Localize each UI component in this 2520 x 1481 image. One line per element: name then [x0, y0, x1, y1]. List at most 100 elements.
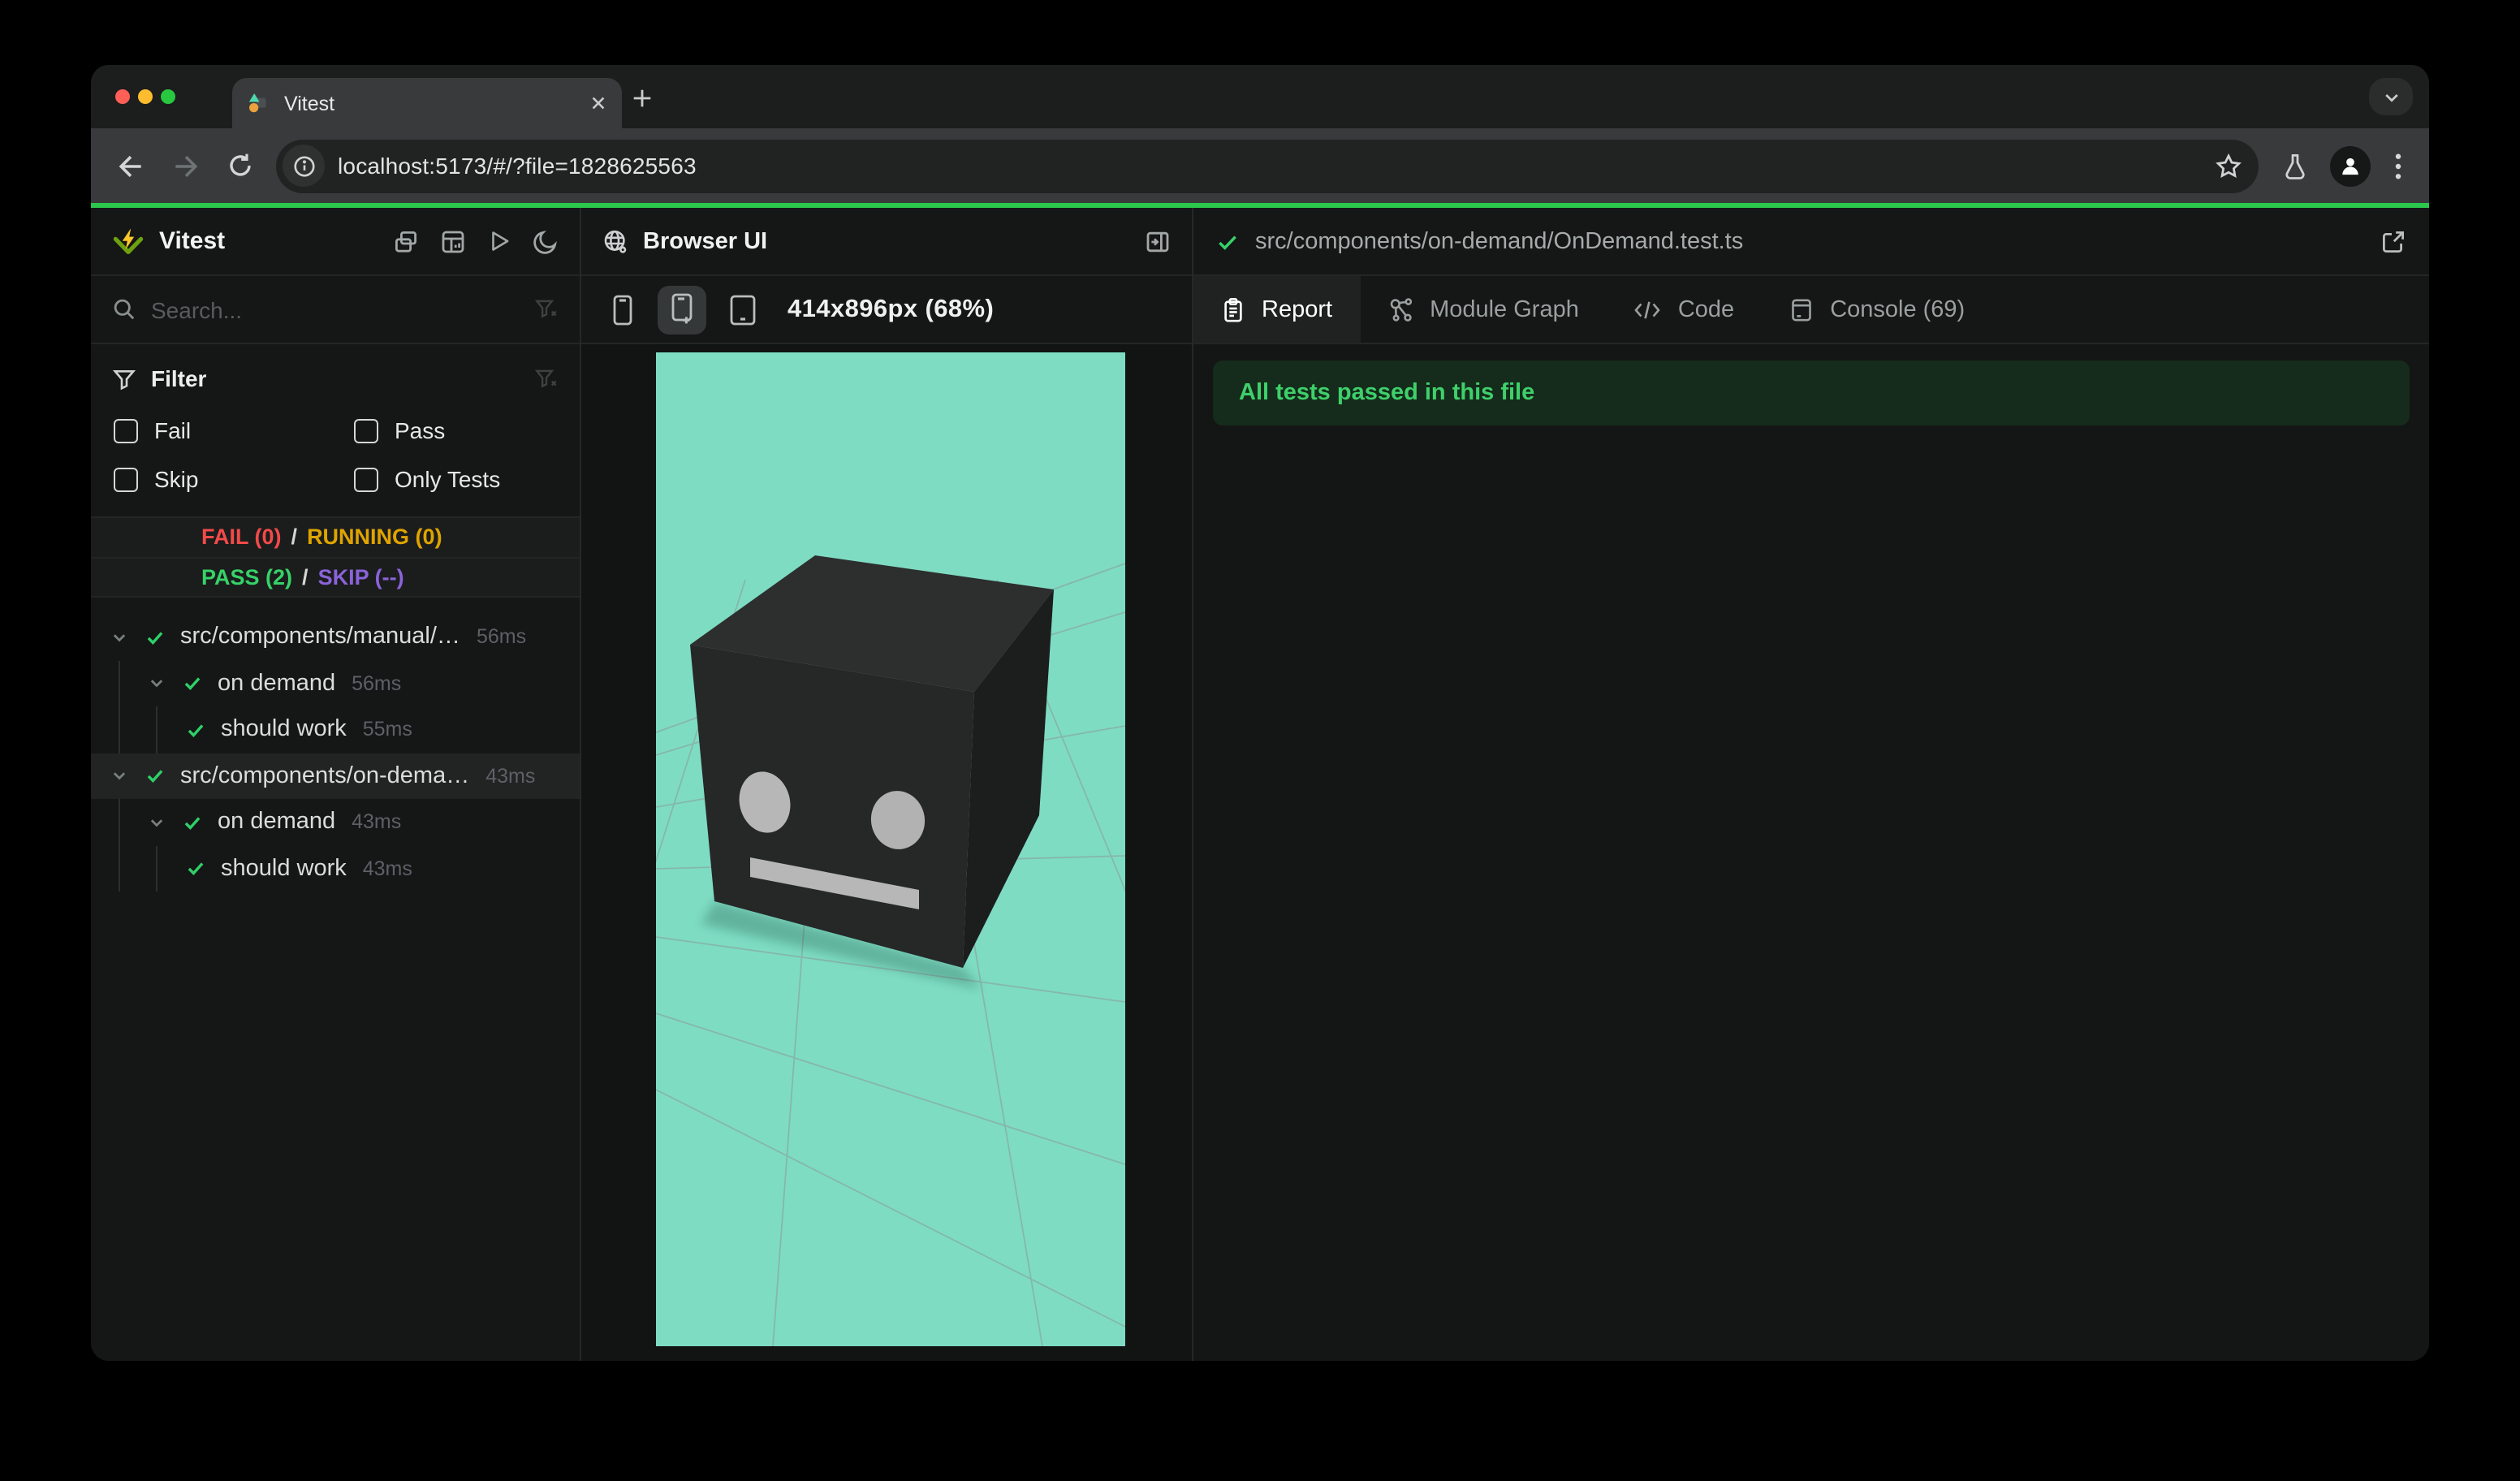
device-viewport[interactable] [656, 352, 1125, 1346]
stats-line-1: FAIL (0) / RUNNING (0) [91, 518, 580, 558]
tree-row-test[interactable]: should work 43ms [91, 845, 580, 892]
viewport-zone [581, 344, 1192, 1361]
tab-title: Vitest [284, 92, 335, 114]
search-row [91, 276, 580, 344]
back-button[interactable] [110, 146, 149, 185]
checkbox-box[interactable] [354, 418, 378, 443]
filter-checkbox-only-tests[interactable]: Only Tests [354, 466, 559, 492]
test-file-name[interactable]: src/components/on-dema… [180, 763, 469, 789]
test-duration: 56ms [476, 625, 527, 649]
dashboard-icon[interactable] [440, 228, 466, 254]
new-tab-button[interactable] [630, 86, 654, 110]
browser-window: Vitest localhost:5173/#/?file=1828625563… [91, 65, 2429, 1361]
panel-right-dock-icon[interactable] [1145, 228, 1171, 254]
tab-module-graph[interactable]: Module Graph [1360, 276, 1607, 343]
device-phone-plus-button[interactable] [658, 285, 706, 334]
tree-row-suite[interactable]: on demand 43ms [91, 799, 580, 845]
browser-toolbar: localhost:5173/#/?file=1828625563 [91, 128, 2429, 203]
search-filter-clear-icon[interactable] [534, 297, 559, 322]
graph-icon [1387, 296, 1413, 322]
device-tablet-button[interactable] [721, 285, 763, 334]
sidebar-header: Vitest [91, 208, 580, 276]
test-duration: 43ms [362, 857, 412, 880]
browser-ui-header: Browser UI [581, 208, 1192, 276]
test-duration: 56ms [352, 671, 402, 695]
test-name[interactable]: should work [221, 717, 347, 743]
all-tests-passed-banner: All tests passed in this file [1213, 361, 2410, 425]
suite-name[interactable]: on demand [218, 671, 335, 697]
reload-button[interactable] [221, 146, 260, 185]
file-pass-check-icon [1216, 230, 1239, 253]
checkbox-box[interactable] [354, 467, 378, 491]
filter-clear-icon[interactable] [534, 366, 559, 391]
tab-label: Code [1677, 296, 1735, 322]
checkbox-label: Only Tests [395, 466, 501, 492]
tree-row-file[interactable]: src/components/manual/… 56ms [91, 614, 580, 660]
tab-code[interactable]: Code [1607, 276, 1762, 343]
screen: Vitest localhost:5173/#/?file=1828625563… [0, 0, 2520, 1481]
chevron-down-icon[interactable] [148, 814, 166, 831]
pass-check-icon [185, 719, 206, 740]
stats-separator: / [291, 525, 298, 550]
test-duration: 55ms [362, 718, 412, 741]
zoom-window-button[interactable] [161, 89, 175, 104]
search-input[interactable] [151, 296, 520, 322]
skip-count: SKIP (--) [317, 564, 404, 589]
external-link-icon[interactable] [2380, 228, 2406, 254]
vitest-logo-icon [112, 225, 145, 257]
search-icon [112, 297, 136, 322]
pass-check-icon [145, 627, 166, 648]
fail-count: FAIL (0) [201, 525, 282, 550]
chevron-down-icon[interactable] [148, 675, 166, 693]
forward-button[interactable] [166, 146, 205, 185]
minimize-window-button[interactable] [138, 89, 153, 104]
pass-check-icon [185, 858, 206, 879]
tree-row-file-selected[interactable]: src/components/on-dema… 43ms [91, 753, 580, 799]
tab-search-button[interactable] [2369, 78, 2413, 115]
vitest-app: Vitest Search... Filter Fail Pass Skip O… [91, 208, 2429, 1361]
checkbox-label: Pass [395, 417, 446, 443]
checkbox-label: Skip [154, 466, 199, 492]
profile-avatar[interactable] [2330, 145, 2371, 186]
pass-count: PASS (2) [201, 564, 293, 589]
test-duration: 43ms [352, 810, 402, 834]
filter-checkbox-pass[interactable]: Pass [354, 417, 559, 443]
tree-row-test[interactable]: should work 55ms [91, 706, 580, 753]
test-file-name[interactable]: src/components/manual/… [180, 624, 460, 650]
browser-ui-title: Browser UI [643, 228, 768, 254]
menu-dots-icon[interactable] [2387, 146, 2410, 185]
site-info-icon[interactable] [283, 145, 325, 187]
windows-overlap-icon[interactable] [393, 228, 419, 254]
chevron-down-icon[interactable] [110, 767, 128, 785]
chevron-down-icon[interactable] [110, 628, 128, 646]
bookmark-star-icon[interactable] [2215, 152, 2242, 179]
tree-row-suite[interactable]: on demand 56ms [91, 660, 580, 706]
stats-line-2: PASS (2) / SKIP (--) [91, 558, 580, 598]
device-phone-small-button[interactable] [601, 285, 643, 334]
pass-check-icon [182, 673, 203, 694]
browser-tab[interactable]: Vitest [232, 78, 622, 128]
checkbox-box[interactable] [114, 467, 138, 491]
browser-ui-panel: Browser UI 414x896px (68%) [581, 208, 1193, 1361]
report-tabs: Report Module Graph Code Console (69) [1193, 276, 2429, 344]
test-name[interactable]: should work [221, 856, 347, 882]
robot-cube-scene [656, 352, 1125, 1346]
checkbox-box[interactable] [114, 418, 138, 443]
theme-moon-icon[interactable] [533, 228, 559, 254]
close-window-button[interactable] [115, 89, 130, 104]
filter-section: Filter Fail Pass Skip Only Tests [91, 344, 580, 518]
tab-label: Console (69) [1830, 296, 1966, 322]
run-all-play-icon[interactable] [487, 229, 511, 253]
tab-console[interactable]: Console (69) [1762, 276, 1992, 343]
globe-icon [602, 228, 628, 254]
tab-close-icon[interactable] [589, 94, 607, 112]
experiments-flask-icon[interactable] [2275, 146, 2314, 185]
url-text[interactable]: localhost:5173/#/?file=1828625563 [338, 153, 2202, 179]
address-bar[interactable]: localhost:5173/#/?file=1828625563 [276, 139, 2259, 192]
window-controls[interactable] [115, 89, 175, 104]
filter-checkbox-skip[interactable]: Skip [114, 466, 354, 492]
tab-report[interactable]: Report [1193, 276, 1361, 343]
filter-checkbox-fail[interactable]: Fail [114, 417, 354, 443]
suite-name[interactable]: on demand [218, 810, 335, 835]
vitest-favicon [247, 91, 271, 115]
